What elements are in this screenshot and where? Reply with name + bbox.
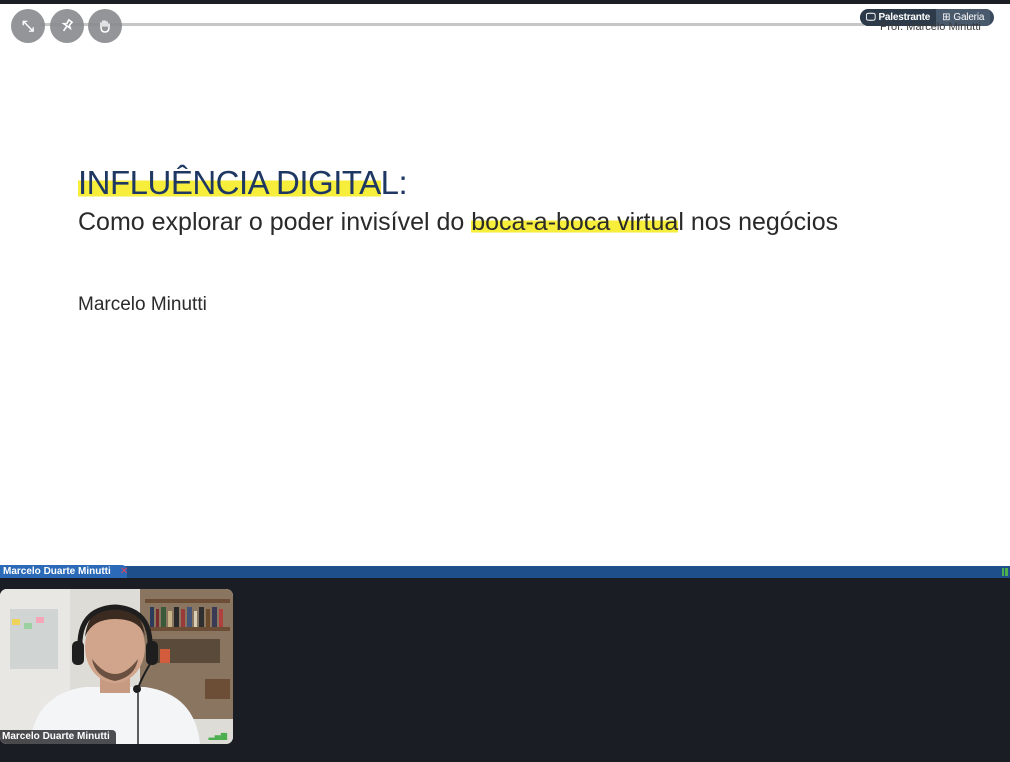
presenter-name: Prof. Marcelo Minutti <box>880 21 981 32</box>
mic-off-icon: ✕ <box>120 566 129 577</box>
signal-icon <box>1002 568 1008 576</box>
subtitle-highlighted: boca-a-boca virtua <box>471 208 679 236</box>
tile-signal-icon: ▂▄▆ <box>208 731 227 740</box>
title-rest: L: <box>380 164 408 201</box>
video-progress-bar <box>40 23 865 26</box>
screen-share-owner-strip <box>0 566 1010 578</box>
raise-hand-icon[interactable] <box>88 9 122 43</box>
participant-video-tile[interactable]: Marcelo Duarte Minutti ▂▄▆ <box>0 589 233 744</box>
slide-title: INFLUÊNCIA DIGITAL: <box>78 164 408 202</box>
monitor-icon: 🖵 <box>866 12 876 23</box>
slide-subtitle: Como explorar o poder invisível do boca-… <box>78 208 838 237</box>
slide-author: Marcelo Minutti <box>78 294 207 315</box>
participant-tile-name: Marcelo Duarte Minutti <box>0 730 116 744</box>
pin-glyph <box>61 18 74 32</box>
subtitle-end: l nos negócios <box>678 208 839 236</box>
pin-icon[interactable] <box>50 9 84 43</box>
hand-glyph <box>100 20 110 33</box>
shared-screen-slide <box>0 4 1010 566</box>
screen-share-owner-name: Marcelo Duarte Minutti <box>0 565 127 578</box>
participant-video <box>0 589 233 744</box>
title-highlighted: INFLUÊNCIA DIGITA <box>78 164 381 201</box>
subtitle-start: Como explorar o poder invisível do <box>78 208 472 236</box>
compress-icon[interactable]: ⤡ <box>11 9 45 43</box>
